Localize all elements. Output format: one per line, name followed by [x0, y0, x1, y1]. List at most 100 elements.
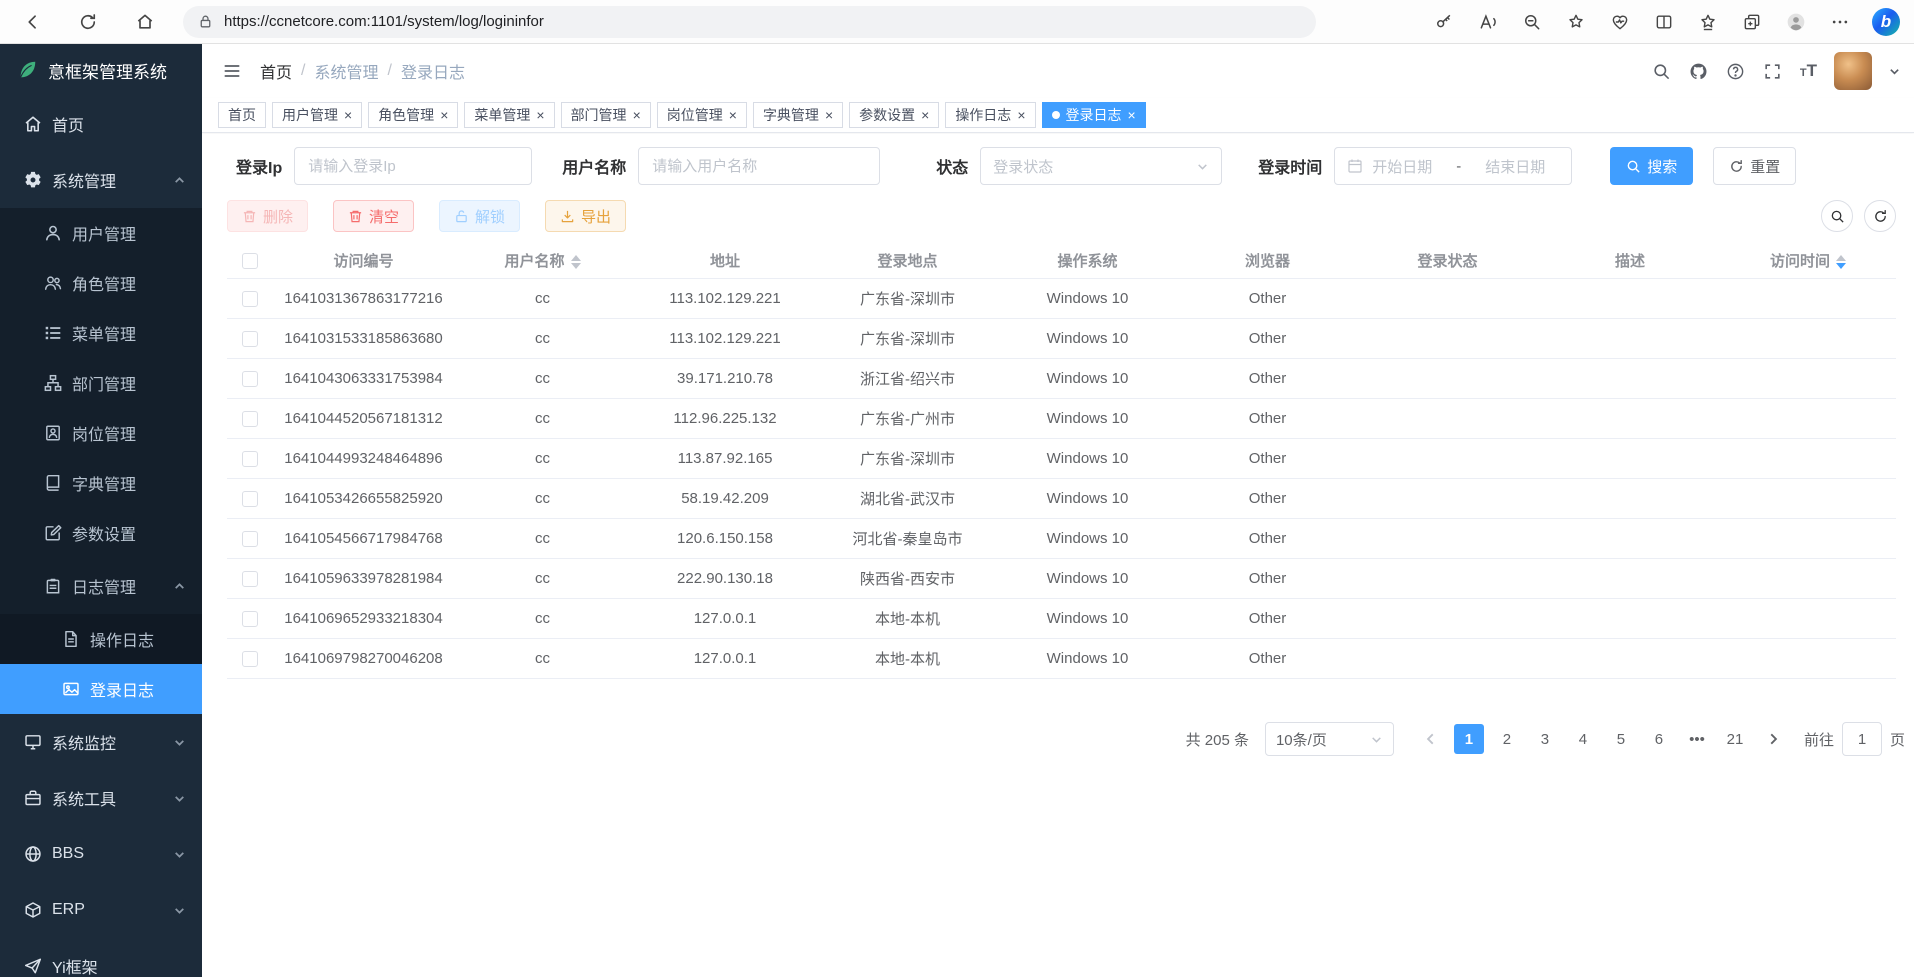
- page-button-1[interactable]: 1: [1454, 724, 1484, 754]
- browser-essentials-icon[interactable]: [1608, 10, 1632, 34]
- page-button-4[interactable]: 4: [1568, 724, 1598, 754]
- sidebar-item-operation-log[interactable]: 操作日志: [0, 614, 202, 664]
- prev-page-button[interactable]: [1416, 724, 1446, 754]
- row-checkbox[interactable]: [242, 411, 258, 427]
- reset-button[interactable]: 重置: [1713, 147, 1796, 185]
- tab-post-management[interactable]: 岗位管理×: [657, 102, 747, 128]
- sort-icon[interactable]: [1836, 255, 1846, 269]
- refresh-table-button[interactable]: [1864, 200, 1896, 232]
- row-checkbox[interactable]: [242, 291, 258, 307]
- lock-icon[interactable]: [197, 13, 214, 30]
- more-pages-button[interactable]: •••: [1682, 724, 1712, 754]
- sidebar-item-yi-framework[interactable]: Yi框架: [0, 938, 202, 977]
- page-button-2[interactable]: 2: [1492, 724, 1522, 754]
- search-icon[interactable]: [1652, 61, 1672, 81]
- app-logo[interactable]: 意框架管理系统: [0, 44, 202, 96]
- font-size-icon[interactable]: TT: [1800, 61, 1817, 81]
- row-checkbox[interactable]: [242, 571, 258, 587]
- export-button[interactable]: 导出: [545, 200, 626, 232]
- split-screen-icon[interactable]: [1652, 10, 1676, 34]
- home-icon[interactable]: [133, 10, 157, 34]
- close-icon[interactable]: ×: [344, 108, 352, 122]
- sidebar-item-system-monitor[interactable]: 系统监控: [0, 714, 202, 770]
- show-search-button[interactable]: [1821, 200, 1853, 232]
- github-icon[interactable]: [1689, 61, 1709, 81]
- close-icon[interactable]: ×: [1128, 108, 1136, 122]
- status-select[interactable]: 登录状态: [980, 147, 1222, 185]
- key-icon[interactable]: [1432, 10, 1456, 34]
- sidebar-item-login-log[interactable]: 登录日志: [0, 664, 202, 714]
- sidebar-item-system-tools[interactable]: 系统工具: [0, 770, 202, 826]
- date-range-picker[interactable]: 开始日期 - 结束日期: [1334, 147, 1572, 185]
- select-all-checkbox[interactable]: [242, 253, 258, 269]
- close-icon[interactable]: ×: [1017, 108, 1025, 122]
- user-name-input[interactable]: [638, 147, 880, 185]
- close-icon[interactable]: ×: [921, 108, 929, 122]
- back-icon[interactable]: [21, 10, 45, 34]
- tab-parameter-settings[interactable]: 参数设置×: [849, 102, 939, 128]
- row-checkbox[interactable]: [242, 611, 258, 627]
- sidebar-item-log-management[interactable]: 日志管理: [0, 558, 202, 614]
- row-checkbox[interactable]: [242, 651, 258, 667]
- copilot-icon[interactable]: b: [1872, 8, 1900, 36]
- unlock-button[interactable]: 解锁: [439, 200, 520, 232]
- page-size-select[interactable]: 10条/页: [1265, 722, 1394, 756]
- sidebar-item-dictionary-management[interactable]: 字典管理: [0, 458, 202, 508]
- close-icon[interactable]: ×: [536, 108, 544, 122]
- sidebar-item-home[interactable]: 首页: [0, 96, 202, 152]
- sidebar-item-erp[interactable]: ERP: [0, 882, 202, 938]
- sidebar-item-user-management[interactable]: 用户管理: [0, 208, 202, 258]
- tab-operation-log[interactable]: 操作日志×: [945, 102, 1035, 128]
- avatar[interactable]: [1834, 52, 1872, 90]
- clear-button[interactable]: 清空: [333, 200, 414, 232]
- sort-icon[interactable]: [571, 255, 581, 269]
- sidebar-item-menu-management[interactable]: 菜单管理: [0, 308, 202, 358]
- tab-login-log[interactable]: 登录日志×: [1042, 102, 1146, 128]
- tab-home[interactable]: 首页: [218, 102, 266, 128]
- sidebar-item-parameter-settings[interactable]: 参数设置: [0, 508, 202, 558]
- row-checkbox[interactable]: [242, 491, 258, 507]
- page-button-21[interactable]: 21: [1720, 724, 1750, 754]
- page-button-5[interactable]: 5: [1606, 724, 1636, 754]
- zoom-out-icon[interactable]: [1520, 10, 1544, 34]
- close-icon[interactable]: ×: [825, 108, 833, 122]
- tab-user-management[interactable]: 用户管理×: [272, 102, 362, 128]
- page-button-3[interactable]: 3: [1530, 724, 1560, 754]
- delete-button[interactable]: 删除: [227, 200, 308, 232]
- tab-menu-management[interactable]: 菜单管理×: [464, 102, 554, 128]
- tab-dictionary-management[interactable]: 字典管理×: [753, 102, 843, 128]
- close-icon[interactable]: ×: [633, 108, 641, 122]
- tab-role-management[interactable]: 角色管理×: [368, 102, 458, 128]
- sidebar-item-bbs[interactable]: BBS: [0, 826, 202, 882]
- column-header-user[interactable]: 用户名称: [455, 244, 630, 278]
- close-icon[interactable]: ×: [440, 108, 448, 122]
- favorites-icon[interactable]: [1696, 10, 1720, 34]
- tab-department-management[interactable]: 部门管理×: [561, 102, 651, 128]
- sidebar-item-role-management[interactable]: 角色管理: [0, 258, 202, 308]
- login-ip-input[interactable]: [294, 147, 532, 185]
- refresh-icon[interactable]: [76, 10, 100, 34]
- fullscreen-icon[interactable]: [1763, 61, 1783, 81]
- row-checkbox[interactable]: [242, 331, 258, 347]
- row-checkbox[interactable]: [242, 531, 258, 547]
- url-text[interactable]: https://ccnetcore.com:1101/system/log/lo…: [224, 13, 544, 30]
- help-icon[interactable]: [1726, 61, 1746, 81]
- breadcrumb-system[interactable]: 系统管理: [314, 59, 378, 83]
- row-checkbox[interactable]: [242, 451, 258, 467]
- goto-page-input[interactable]: [1842, 722, 1882, 756]
- profile-icon[interactable]: [1784, 10, 1808, 34]
- more-icon[interactable]: [1828, 10, 1852, 34]
- sidebar-item-department-management[interactable]: 部门管理: [0, 358, 202, 408]
- read-aloud-icon[interactable]: [1476, 10, 1500, 34]
- search-button[interactable]: 搜索: [1610, 147, 1693, 185]
- add-favorite-icon[interactable]: [1564, 10, 1588, 34]
- collections-icon[interactable]: [1740, 10, 1764, 34]
- hamburger-icon[interactable]: [222, 61, 242, 81]
- sidebar-item-system-management[interactable]: 系统管理: [0, 152, 202, 208]
- row-checkbox[interactable]: [242, 371, 258, 387]
- breadcrumb-home[interactable]: 首页: [260, 59, 292, 83]
- page-button-6[interactable]: 6: [1644, 724, 1674, 754]
- next-page-button[interactable]: [1758, 724, 1788, 754]
- address-bar[interactable]: https://ccnetcore.com:1101/system/log/lo…: [183, 6, 1316, 38]
- chevron-down-icon[interactable]: [1889, 66, 1900, 77]
